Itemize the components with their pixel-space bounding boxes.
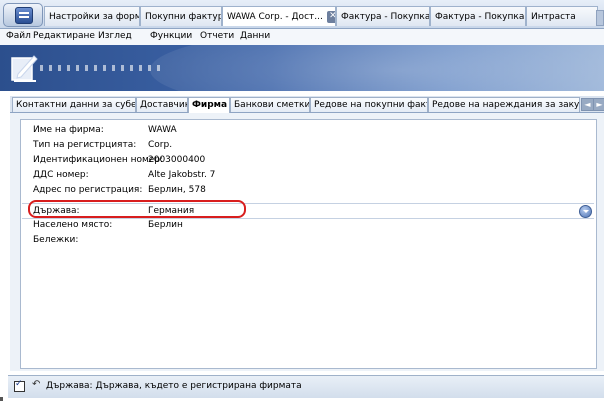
tab-purchase-invoice-lines[interactable]: Редове на покупни фактури: [310, 97, 428, 112]
doc-tab-label: Фактура - Покупка...: [341, 12, 430, 22]
tab-company[interactable]: Фирма: [188, 97, 230, 113]
company-form: Име на фирма: WAWA Тип на регистрцията: …: [20, 119, 597, 369]
menu-view[interactable]: Изглед: [98, 31, 132, 41]
banner-decoration: [150, 45, 604, 91]
menu-data[interactable]: Данни: [240, 31, 270, 41]
app-menu-button[interactable]: [3, 3, 43, 27]
field-row-id-number: Идентификационен номер: 2003000400: [23, 153, 593, 167]
tab-scroll-button[interactable]: [596, 10, 604, 26]
highlight-annotation: [28, 200, 246, 218]
doc-tab-label: Фактура - Покупка...: [435, 12, 526, 22]
doc-tab-settings[interactable]: Настройки за форм...: [44, 6, 140, 26]
chevron-down-icon[interactable]: [579, 205, 592, 218]
field-label: Идентификационен номер:: [33, 155, 164, 165]
field-label: Бележки:: [33, 235, 79, 245]
menu-functions[interactable]: Функции: [150, 31, 192, 41]
application-window: Настройки за форм... Покупни фактури WAW…: [0, 0, 609, 403]
doc-tab-invoice-2[interactable]: Фактура - Покупка...: [430, 6, 526, 26]
doc-tab-label: WAWA Corp. - Дост...: [227, 12, 323, 22]
menu-bar: Файл Редактиране Изглед Функции Отчети Д…: [0, 29, 604, 45]
doc-tab-purchase-invoices[interactable]: Покупни фактури: [140, 6, 222, 26]
doc-tab-label: Интраста: [531, 12, 576, 22]
field-row-company-name: Име на фирма: WAWA: [23, 123, 593, 137]
window-edge: [604, 0, 609, 403]
checkbox-icon[interactable]: [14, 379, 25, 392]
tab-purchase-order-lines[interactable]: Редове на нареждания за закупуване: [428, 97, 580, 112]
field-value[interactable]: Alte Jakobstr. 7: [148, 168, 215, 182]
field-value[interactable]: Берлин: [148, 218, 183, 232]
app-logo-icon: [15, 7, 33, 24]
close-icon[interactable]: ✕: [326, 10, 335, 23]
banner-dots: [40, 65, 160, 71]
menu-edit[interactable]: Редактиране: [33, 31, 95, 41]
field-row-registration-type: Тип на регистрцията: Corp.: [23, 138, 593, 152]
field-value[interactable]: WAWA: [148, 123, 177, 137]
field-value[interactable]: Corp.: [148, 138, 172, 152]
field-label: Тип на регистрцията:: [33, 140, 137, 150]
status-bar: ↶ Държава: Държава, където е регистриран…: [8, 375, 604, 398]
document-tab-strip: Настройки за форм... Покупни фактури WAW…: [0, 0, 604, 29]
corner-mark: [0, 397, 3, 401]
tab-contact-data[interactable]: Контактни данни за субект: [12, 97, 136, 112]
doc-tab-invoice-1[interactable]: Фактура - Покупка...: [336, 6, 430, 26]
undo-icon[interactable]: ↶: [32, 379, 40, 390]
field-label: Име на фирма:: [33, 125, 104, 135]
status-text: Държава: Държава, където е регистрирана …: [46, 381, 302, 391]
menu-file[interactable]: Файл: [6, 31, 31, 41]
section-tab-strip: Контактни данни за субект Доставчик Фирм…: [10, 96, 606, 113]
edit-document-icon: [11, 55, 38, 82]
field-row-city: Населено място: Берлин: [23, 218, 593, 232]
doc-tab-wawa-supplier[interactable]: WAWA Corp. - Дост... ✕: [222, 6, 336, 26]
field-row-registered-address: Адрес по регистрация: Берлин, 578: [23, 183, 593, 197]
field-row-vat-number: ДДС номер: Alte Jakobstr. 7: [23, 168, 593, 182]
doc-tab-intrastat[interactable]: Интраста: [526, 6, 598, 26]
field-value[interactable]: Берлин, 578: [148, 183, 206, 197]
doc-tab-label: Покупни фактури: [145, 12, 222, 22]
field-row-notes: Бележки:: [23, 233, 593, 247]
field-label: ДДС номер:: [33, 170, 89, 180]
field-label: Населено място:: [33, 220, 113, 230]
content-area: Име на фирма: WAWA Тип на регистрцията: …: [10, 113, 604, 371]
doc-tab-label: Настройки за форм...: [49, 12, 139, 22]
menu-reports[interactable]: Отчети: [200, 31, 234, 41]
field-label: Адрес по регистрация:: [33, 185, 143, 195]
tab-bank-accounts[interactable]: Банкови сметки: [230, 97, 310, 112]
header-banner: [0, 45, 604, 91]
tab-supplier[interactable]: Доставчик: [136, 97, 188, 112]
field-value[interactable]: 2003000400: [148, 153, 205, 167]
